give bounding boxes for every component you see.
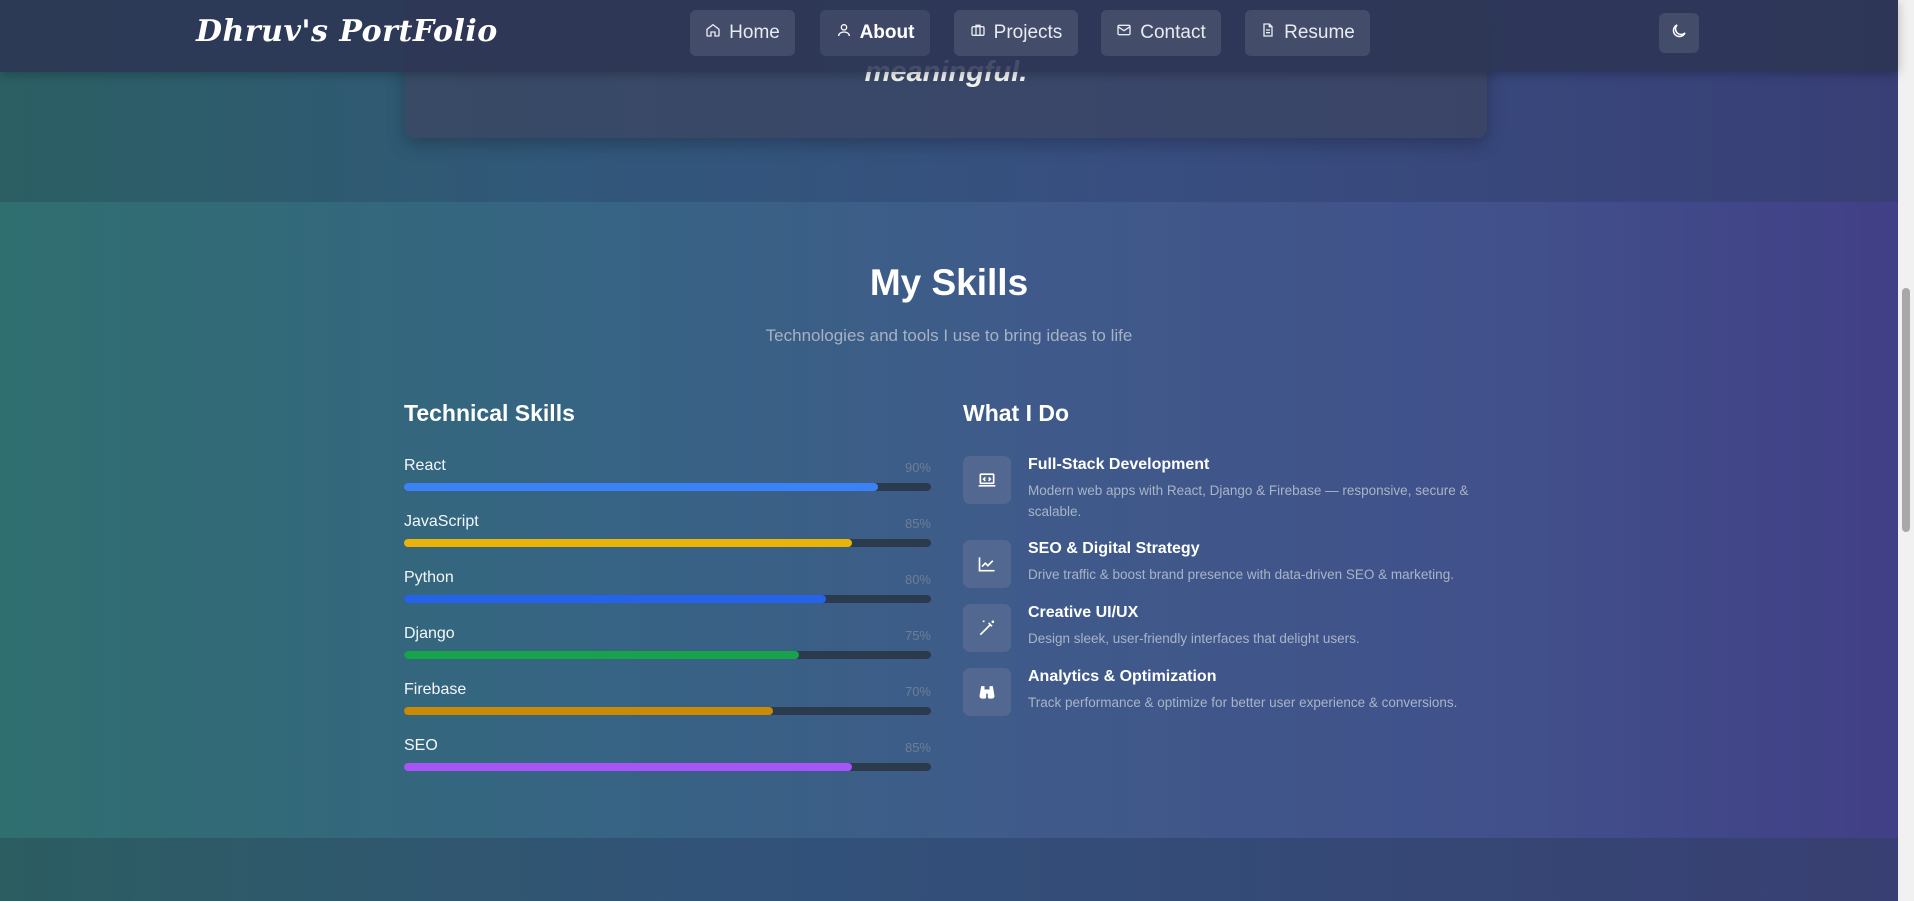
section-title: My Skills <box>869 262 1029 303</box>
service-item-analytics: Analytics & Optimization Track performan… <box>963 668 1523 724</box>
skill-row-django: Django 75% <box>404 625 931 669</box>
skill-progress-track <box>404 539 931 547</box>
skill-progress-fill <box>404 651 800 659</box>
technical-skills-title: Technical Skills <box>404 400 575 426</box>
skill-name: Python <box>404 569 454 586</box>
skill-percent: 90% <box>904 460 931 475</box>
skill-name: Django <box>404 625 455 642</box>
nav-projects[interactable]: Projects <box>954 10 1078 56</box>
service-title: SEO & Digital Strategy <box>1028 540 1200 557</box>
skill-progress-track <box>404 651 931 659</box>
next-section <box>0 838 1898 901</box>
mail-icon <box>1116 22 1132 44</box>
nav-home-label: Home <box>729 22 780 43</box>
skill-row-seo: SEO 85% <box>404 737 931 781</box>
page: meaningful. Dhruv's PortFolio Home About… <box>0 0 1898 901</box>
service-description: Design sleek, user-friendly interfaces t… <box>1028 631 1360 646</box>
service-title: Full-Stack Development <box>1028 456 1210 473</box>
skill-percent: 80% <box>904 572 931 587</box>
service-description: Modern web apps with React, Django & Fir… <box>1028 483 1469 519</box>
skill-percent: 75% <box>904 628 931 643</box>
skill-progress-track <box>404 707 931 715</box>
nav-contact[interactable]: Contact <box>1101 10 1221 56</box>
skill-progress-fill <box>404 707 773 715</box>
service-description: Drive traffic & boost brand presence wit… <box>1028 567 1454 582</box>
skill-progress-track <box>404 763 931 771</box>
nav-resume[interactable]: Resume <box>1245 10 1370 56</box>
section-subtitle: Technologies and tools I use to bring id… <box>765 326 1133 345</box>
skill-row-python: Python 80% <box>404 569 931 613</box>
skill-row-firebase: Firebase 70% <box>404 681 931 725</box>
skill-name: SEO <box>404 737 438 754</box>
service-item-uiux: Creative UI/UX Design sleek, user-friend… <box>963 604 1523 660</box>
skill-name: Firebase <box>404 681 467 698</box>
laptop-code-icon <box>963 456 1011 504</box>
brand-logo[interactable]: Dhruv's PortFolio <box>196 14 498 49</box>
document-icon <box>1260 22 1276 44</box>
skill-progress-fill <box>404 483 879 491</box>
magic-wand-icon <box>963 604 1011 652</box>
what-i-do-title: What I Do <box>963 400 1070 426</box>
home-icon <box>705 22 721 44</box>
skill-progress-track <box>404 483 931 491</box>
skill-progress-fill <box>404 595 826 603</box>
nav-projects-label: Projects <box>993 22 1063 43</box>
skill-row-react: React 90% <box>404 457 931 501</box>
skill-percent: 85% <box>904 516 931 531</box>
chart-line-icon <box>963 540 1011 588</box>
skill-name: JavaScript <box>404 513 479 530</box>
user-icon <box>836 22 852 44</box>
nav-home[interactable]: Home <box>690 10 795 56</box>
skill-name: React <box>404 457 446 474</box>
nav-about-label: About <box>859 22 915 43</box>
skill-progress-track <box>404 595 931 603</box>
service-description: Track performance & optimize for better … <box>1028 695 1458 710</box>
binoculars-icon <box>963 668 1011 716</box>
scrollbar-thumb[interactable] <box>1902 288 1910 532</box>
nav-about[interactable]: About <box>820 10 930 56</box>
moon-icon <box>1670 22 1688 45</box>
skill-percent: 70% <box>904 684 931 699</box>
theme-toggle-button[interactable] <box>1659 13 1699 53</box>
nav-contact-label: Contact <box>1140 22 1206 43</box>
skill-row-javascript: JavaScript 85% <box>404 513 931 557</box>
skill-progress-fill <box>404 763 852 771</box>
nav-resume-label: Resume <box>1284 22 1355 43</box>
service-item-fullstack: Full-Stack Development Modern web apps w… <box>963 456 1523 536</box>
skill-percent: 85% <box>904 740 931 755</box>
service-title: Creative UI/UX <box>1028 604 1139 621</box>
briefcase-icon <box>970 22 986 44</box>
skill-progress-fill <box>404 539 852 547</box>
service-title: Analytics & Optimization <box>1028 668 1217 685</box>
vertical-scrollbar[interactable] <box>1898 0 1914 901</box>
navbar: Dhruv's PortFolio Home About Projects Co… <box>0 0 1898 72</box>
service-item-seo: SEO & Digital Strategy Drive traffic & b… <box>963 540 1523 596</box>
